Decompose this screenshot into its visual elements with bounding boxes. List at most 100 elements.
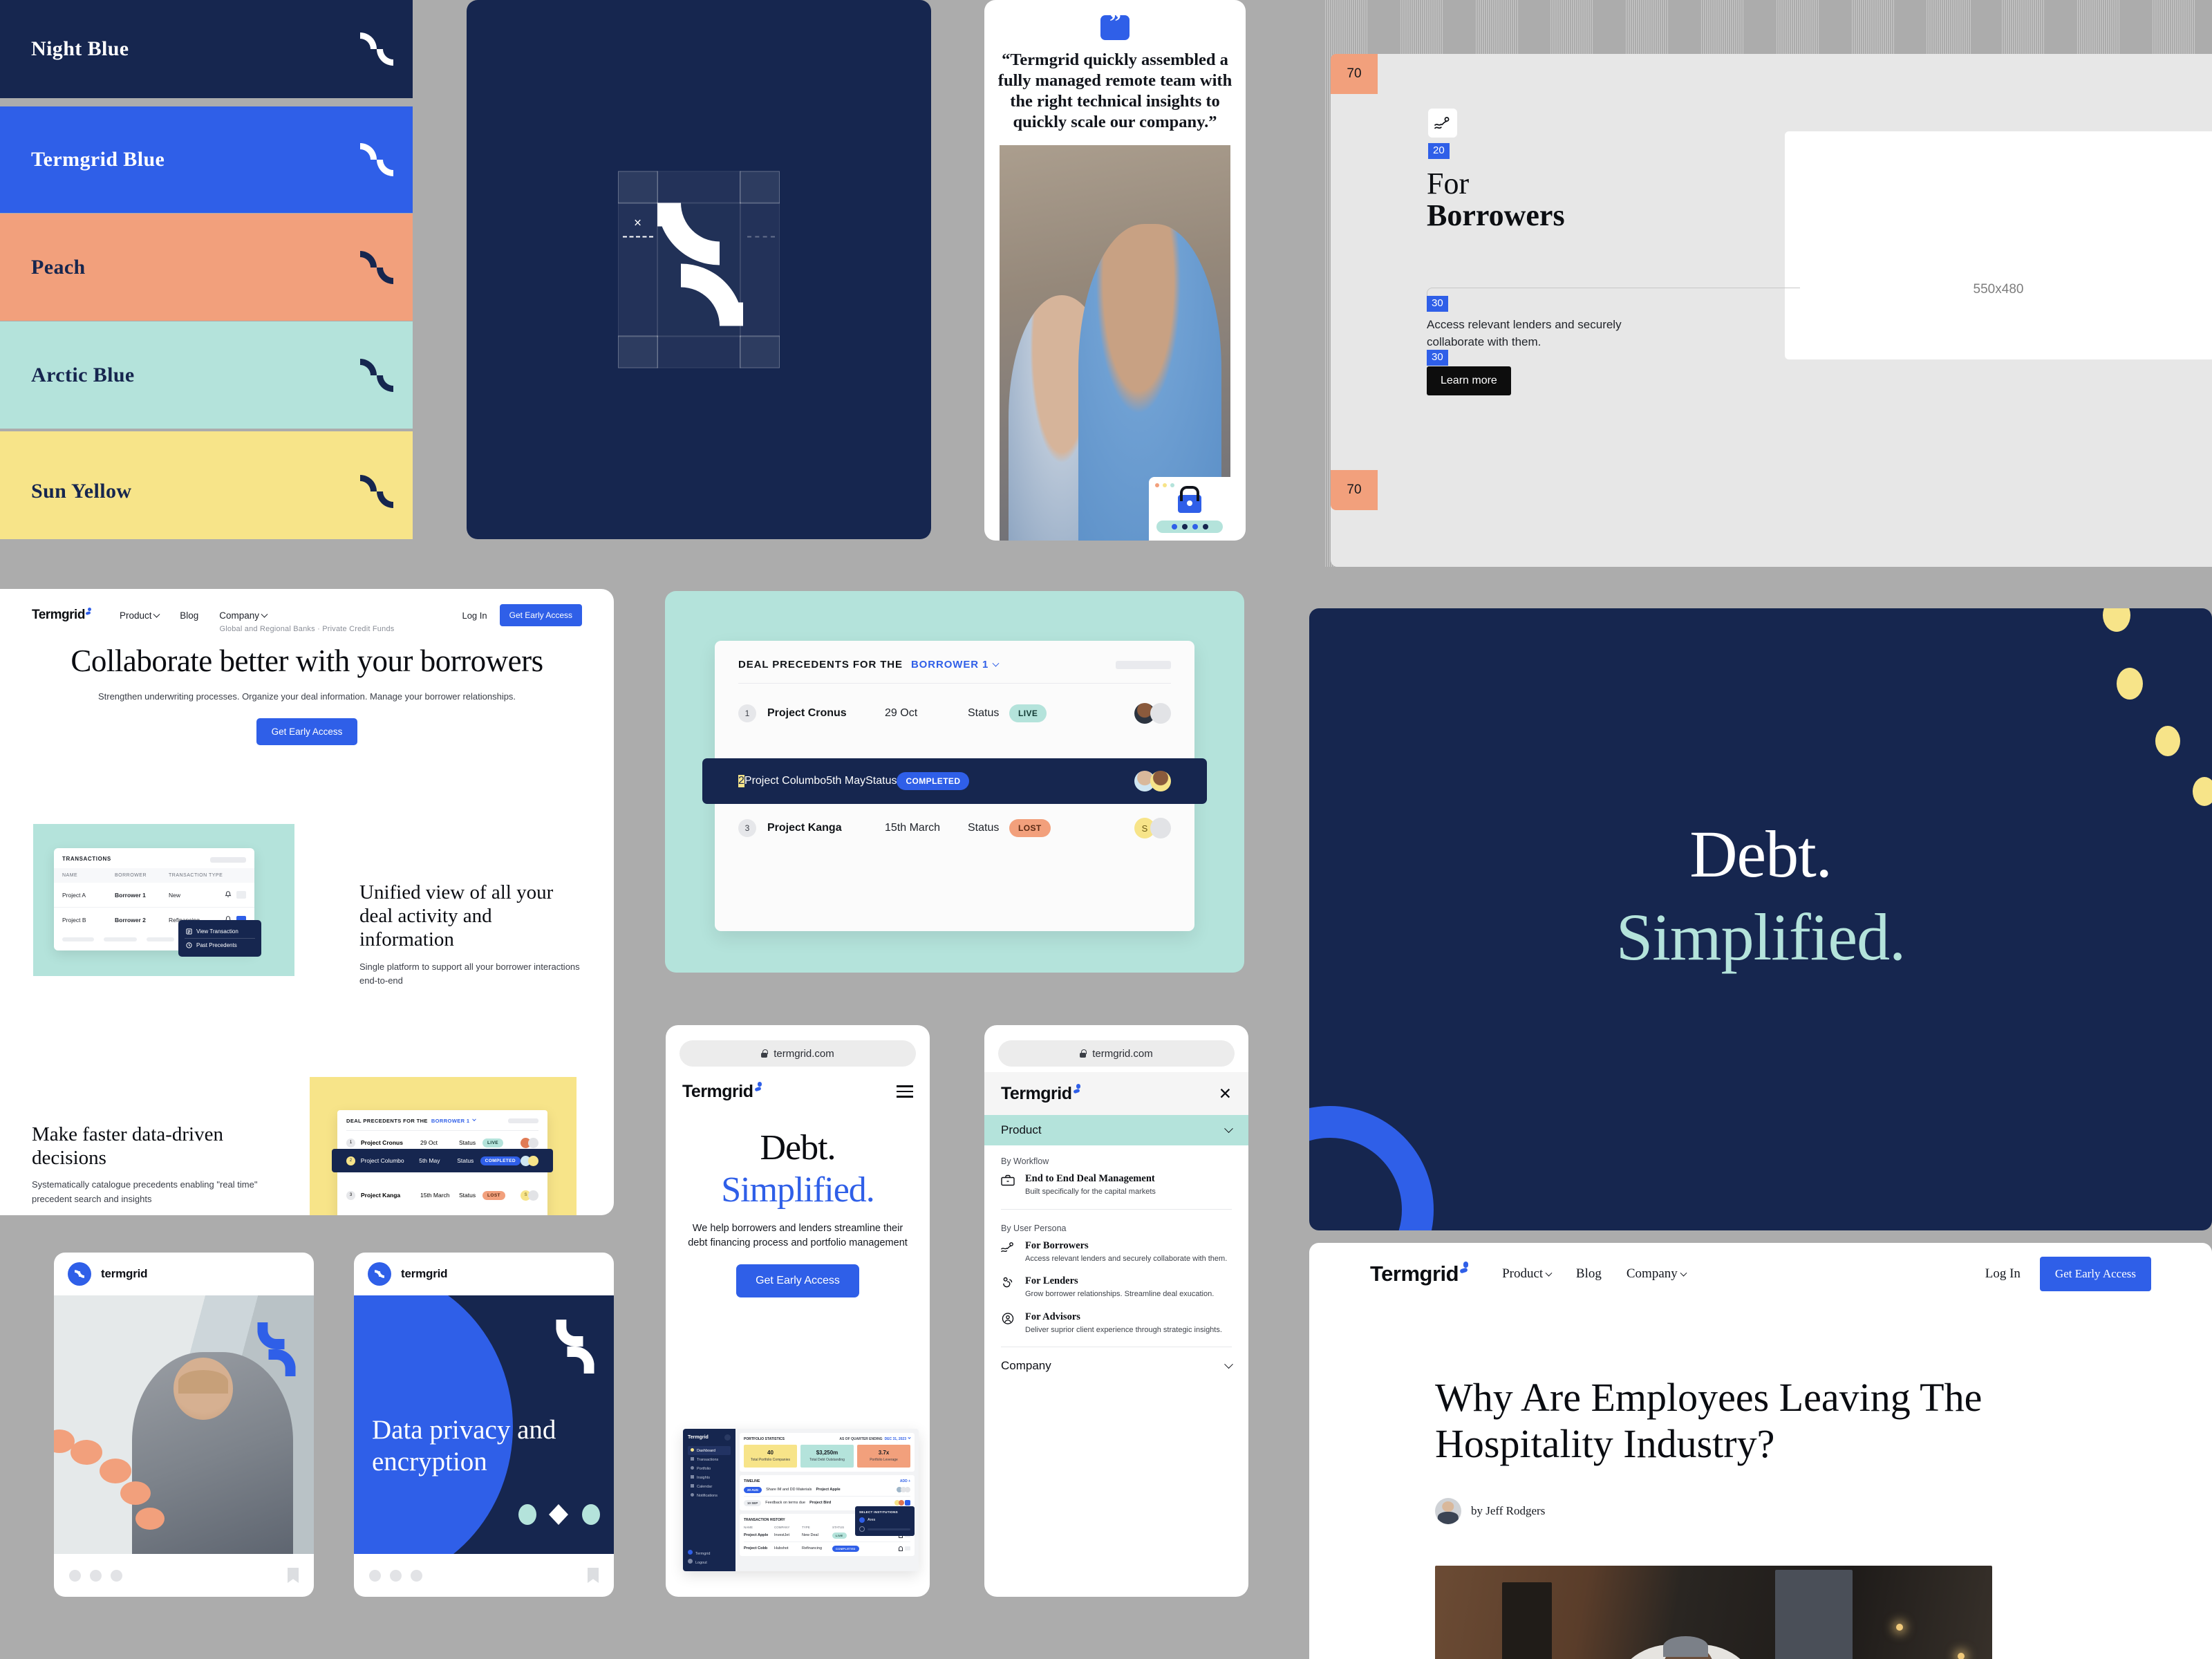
timeline-header: TIMELINE ADD + — [744, 1479, 910, 1483]
logo-tick-icon — [85, 608, 92, 617]
logo-tick-icon — [1459, 1262, 1470, 1277]
timeline-row[interactable]: 10 SEP Feedback on terms due Project Bir… — [744, 1499, 910, 1506]
site-nav-product[interactable]: Product — [120, 610, 160, 621]
blog-logo[interactable]: Termgrid — [1370, 1262, 1470, 1286]
close-icon[interactable]: ✕ — [1219, 1085, 1232, 1102]
menu-item-for-advisors[interactable]: For Advisors Deliver suprior client expe… — [984, 1309, 1248, 1344]
site-login-link[interactable]: Log In — [462, 610, 487, 621]
row-menu-button[interactable] — [905, 1546, 910, 1550]
avatar-group — [1134, 703, 1171, 724]
table-row[interactable]: 3 Project Kanga 15th March Status LOST S — [337, 1183, 547, 1207]
browser-url-bar[interactable]: termgrid.com — [679, 1040, 916, 1067]
table-row-selected[interactable]: 2 Project Columbo 5th May Status COMPLET… — [702, 758, 1207, 804]
sidebar-item-logout[interactable]: Logout — [688, 1559, 707, 1565]
table-row[interactable]: Project A Borrower 1 New — [54, 883, 254, 908]
logo-stub-top — [657, 203, 681, 227]
menu-section-product[interactable]: Product — [984, 1115, 1248, 1145]
url-text: termgrid.com — [1092, 1047, 1153, 1060]
bookmark-icon[interactable] — [588, 1568, 599, 1583]
row-context-menu[interactable]: View Transaction Past Precedents — [178, 920, 261, 957]
sidebar-item-dashboard[interactable]: Dashboard — [688, 1446, 731, 1455]
phone-navbar: Termgrid — [666, 1072, 930, 1111]
sidebar-item-insights[interactable]: Insights — [688, 1473, 731, 1482]
select-institutions-popover[interactable]: SELECT INSTITUTIONS Ares — [855, 1506, 915, 1536]
transactions-columns: NAME BORROWER TRANSACTION TYPE — [54, 868, 254, 883]
menu-header-band: Termgrid ✕ — [984, 1072, 1248, 1115]
menu-item-past-precedents[interactable]: Past Precedents — [185, 938, 255, 952]
browser-url-bar[interactable]: termgrid.com — [998, 1040, 1235, 1067]
sidebar-item-termgrid[interactable]: Termgrid — [688, 1550, 710, 1556]
bell-icon[interactable] — [899, 1546, 903, 1551]
site-nav-links: Product Blog Company — [120, 610, 268, 621]
blog-login-link[interactable]: Log In — [1985, 1266, 2021, 1282]
header-placeholder-bar — [1116, 660, 1171, 669]
checkbox-icon[interactable] — [859, 1526, 865, 1532]
waves-icon — [1428, 109, 1457, 138]
menu-item-end-to-end-deal-management[interactable]: End to End Deal Management Built specifi… — [984, 1170, 1248, 1206]
site-nav-company[interactable]: Company — [219, 610, 268, 621]
phone-logo[interactable]: Termgrid — [682, 1081, 763, 1102]
site-nav-blog[interactable]: Blog — [180, 610, 198, 621]
status-badge: LIVE — [832, 1532, 847, 1539]
debt-simplified-hero: Debt. Simplified. — [1309, 608, 2212, 1230]
carousel-dot[interactable] — [390, 1569, 402, 1582]
blog-nav-company[interactable]: Company — [1627, 1266, 1687, 1282]
grid-band-bottom — [657, 335, 741, 368]
timeline-add-button[interactable]: ADD + — [900, 1479, 910, 1483]
row-menu-button[interactable] — [236, 891, 246, 899]
grid-band-top — [657, 171, 741, 204]
table-row-selected[interactable]: 2 Project Columbo 5th May Status COMPLET… — [332, 1149, 553, 1172]
menu-section-company[interactable]: Company — [984, 1350, 1248, 1382]
sidebar-item-transactions[interactable]: Transactions — [688, 1455, 731, 1464]
collapse-icon[interactable] — [724, 1434, 731, 1441]
hero-line-2: Simplified. — [1615, 900, 1906, 974]
sidebar-item-portfolio[interactable]: Portfolio — [688, 1464, 731, 1473]
site-hero-cta-button[interactable]: Get Early Access — [256, 718, 358, 745]
site-headline: Collaborate better with your borrowers — [71, 644, 543, 678]
grid-band-right — [740, 202, 780, 337]
table-row[interactable]: Project Cobb Hubshot Refinancing COMPLET… — [744, 1545, 910, 1552]
blog-nav-blog[interactable]: Blog — [1576, 1266, 1602, 1282]
url-text: termgrid.com — [774, 1047, 834, 1060]
menu-item-view-transaction[interactable]: View Transaction — [185, 925, 255, 938]
avatar-group — [1134, 771, 1171, 791]
carousel-dot[interactable] — [111, 1569, 122, 1582]
site-logo[interactable]: Termgrid — [32, 608, 92, 623]
close-icon: × — [634, 216, 642, 231]
carousel-dot[interactable] — [369, 1569, 381, 1582]
spacing-marker-bottom: 70 — [1331, 470, 1378, 510]
decorative-dot — [2117, 668, 2143, 700]
blog-cta-button[interactable]: Get Early Access — [2039, 1257, 2151, 1291]
site-nav-actions: Log In Get Early Access — [462, 604, 582, 626]
timeline-row[interactable]: 20 AUG Share IM and DD Materials Project… — [744, 1486, 910, 1497]
bell-icon[interactable] — [225, 890, 232, 899]
social-card-header: termgrid — [54, 1253, 314, 1295]
table-row[interactable]: 1 Project Cronus 29 Oct Status LIVE — [715, 691, 1194, 736]
popover-option[interactable] — [859, 1526, 910, 1532]
checkbox-checked-icon[interactable] — [859, 1517, 865, 1523]
feature-1: Unified view of all your deal activity a… — [359, 881, 588, 988]
decorative-shape — [518, 1504, 536, 1525]
table-row[interactable]: 3 Project Kanga 15th March Status LOST S — [715, 805, 1194, 851]
borrower-selector[interactable]: BORROWER 1 — [911, 659, 1000, 671]
carousel-dot[interactable] — [90, 1569, 102, 1582]
blog-nav-product[interactable]: Product — [1502, 1266, 1553, 1282]
site-cta-button[interactable]: Get Early Access — [499, 604, 582, 626]
sidebar-item-notifications[interactable]: Notifications — [688, 1491, 731, 1500]
carousel-dot[interactable] — [411, 1569, 422, 1582]
bookmark-icon[interactable] — [288, 1568, 299, 1583]
sidebar-item-calendar[interactable]: Calendar — [688, 1482, 731, 1491]
carousel-dot[interactable] — [69, 1569, 81, 1582]
status-badge: LIVE — [482, 1138, 504, 1147]
hamburger-icon[interactable] — [897, 1085, 913, 1098]
phone-cta-button[interactable]: Get Early Access — [736, 1264, 859, 1298]
learn-more-button[interactable]: Learn more — [1427, 366, 1511, 395]
menu-item-for-lenders[interactable]: For Lenders Grow borrower relationships.… — [984, 1273, 1248, 1309]
spec-title-line2: Borrowers — [1427, 198, 1565, 232]
phone-logo[interactable]: Termgrid — [1001, 1083, 1082, 1104]
menu-item-for-borrowers[interactable]: For Borrowers Access relevant lenders an… — [984, 1237, 1248, 1273]
popover-option[interactable]: Ares — [859, 1517, 910, 1523]
color-swatch-list: Night Blue Termgrid Blue Peach Arctic Blue S… — [0, 0, 413, 539]
testimonial-quote: “Termgrid quickly assembled a fully mana… — [997, 50, 1232, 131]
menu-header: Termgrid ✕ — [984, 1072, 1248, 1115]
